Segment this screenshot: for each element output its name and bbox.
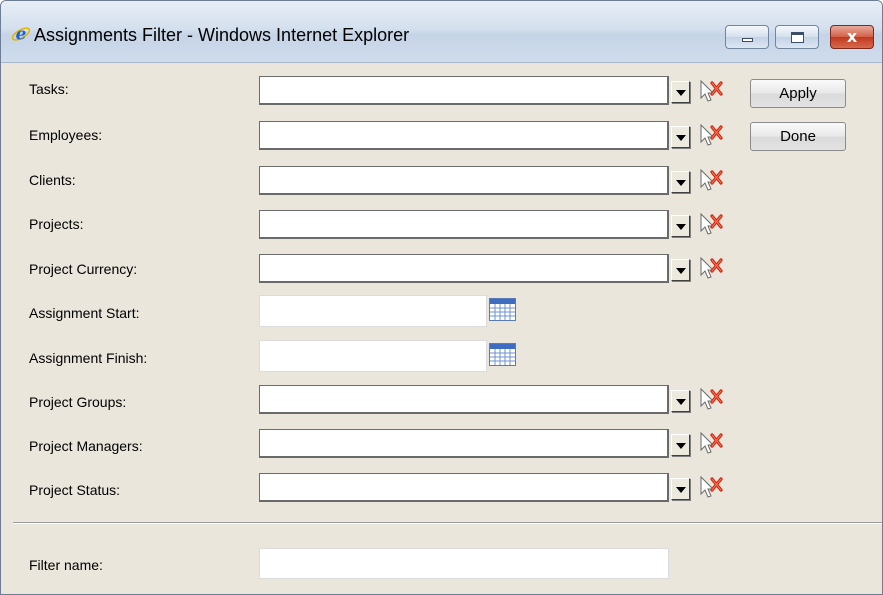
project-managers-clear-icon[interactable] <box>698 431 725 455</box>
minimize-icon <box>742 38 753 42</box>
projects-label: Projects: <box>29 216 84 232</box>
employees-select[interactable] <box>259 121 669 150</box>
clients-dropdown-button[interactable] <box>671 171 690 193</box>
project-managers-dropdown-button[interactable] <box>671 434 690 456</box>
clients-clear-icon[interactable] <box>698 168 725 192</box>
assignment-start-label: Assignment Start: <box>29 305 140 321</box>
assignment-finish-input[interactable] <box>259 340 487 372</box>
project-currency-clear-icon[interactable] <box>698 256 725 280</box>
tasks-dropdown-button[interactable] <box>671 81 690 103</box>
project-currency-label: Project Currency: <box>29 261 138 277</box>
assignment-finish-calendar-icon[interactable] <box>489 343 516 366</box>
project-managers-label: Project Managers: <box>29 438 143 454</box>
project-currency-dropdown-button[interactable] <box>671 259 690 281</box>
maximize-icon <box>791 32 804 43</box>
tasks-label: Tasks: <box>29 81 69 97</box>
employees-label: Employees: <box>29 127 103 143</box>
assignment-start-calendar-icon[interactable] <box>489 298 516 321</box>
projects-dropdown-button[interactable] <box>671 215 690 237</box>
project-managers-select[interactable] <box>259 429 669 458</box>
project-groups-label: Project Groups: <box>29 394 127 410</box>
divider <box>13 522 882 524</box>
window-title: Assignments Filter - Windows Internet Ex… <box>34 25 410 45</box>
projects-clear-icon[interactable] <box>698 212 725 236</box>
project-status-select[interactable] <box>259 473 669 502</box>
svg-text:e: e <box>16 25 27 45</box>
clients-label: Clients: <box>29 172 76 188</box>
project-currency-select[interactable] <box>259 254 669 283</box>
employees-dropdown-button[interactable] <box>671 126 690 148</box>
assignment-start-input[interactable] <box>259 295 487 327</box>
internet-explorer-icon: e <box>11 25 31 45</box>
done-button[interactable]: Done <box>750 122 846 151</box>
project-status-label: Project Status: <box>29 482 121 498</box>
filter-name-input[interactable] <box>259 548 669 579</box>
assignment-finish-label: Assignment Finish: <box>29 350 148 366</box>
projects-select[interactable] <box>259 210 669 239</box>
apply-button[interactable]: Apply <box>750 79 846 108</box>
filter-name-label: Filter name: <box>29 557 103 573</box>
maximize-button[interactable] <box>775 25 819 49</box>
tasks-clear-icon[interactable] <box>698 79 725 103</box>
project-groups-select[interactable] <box>259 385 669 414</box>
title-bar[interactable]: e Assignments Filter - Windows Internet … <box>1 1 882 63</box>
minimize-button[interactable] <box>725 25 769 49</box>
project-groups-clear-icon[interactable] <box>698 387 725 411</box>
project-groups-dropdown-button[interactable] <box>671 390 690 412</box>
project-status-dropdown-button[interactable] <box>671 478 690 500</box>
tasks-select[interactable] <box>259 76 669 105</box>
employees-clear-icon[interactable] <box>698 123 725 147</box>
clients-select[interactable] <box>259 166 669 195</box>
close-icon: x <box>846 27 858 46</box>
project-status-clear-icon[interactable] <box>698 475 725 499</box>
dialog-window: e Assignments Filter - Windows Internet … <box>0 0 883 595</box>
close-button[interactable]: x <box>830 25 874 49</box>
